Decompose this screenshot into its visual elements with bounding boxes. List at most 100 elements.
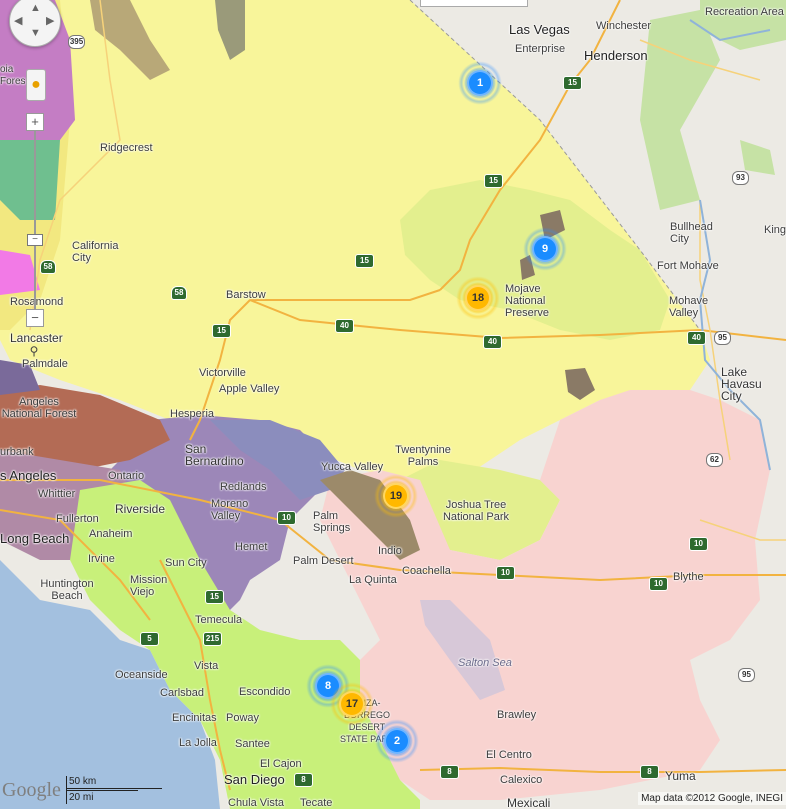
label-santee: Santee xyxy=(235,738,270,750)
label-carlsbad: Carlsbad xyxy=(160,687,205,699)
label-san-diego: San Diego xyxy=(224,772,285,787)
label-joshua-tree: Joshua Tree National Park xyxy=(442,499,510,523)
label-apple-valley: Apple Valley xyxy=(219,383,280,395)
label-mission-viejo: Mission Viejo xyxy=(130,574,168,598)
label-rosamond: Rosamond xyxy=(10,296,64,308)
highway-shield: 40 xyxy=(483,335,502,349)
label-california-city: California City xyxy=(72,240,119,264)
label-angeles-nf: Angeles National Forest xyxy=(1,396,77,420)
label-ridgecrest: Ridgecrest xyxy=(100,142,153,154)
highway-shield: 93 xyxy=(732,171,749,185)
label-salton-sea: Salton Sea xyxy=(458,657,512,669)
label-vista: Vista xyxy=(194,660,219,672)
pan-down-icon[interactable]: ▼ xyxy=(30,27,41,39)
cluster-marker[interactable]: 19 xyxy=(374,474,418,518)
map-canvas[interactable]: Las Vegas Winchester Enterprise Henderso… xyxy=(0,0,786,809)
zoom-out-button[interactable]: − xyxy=(26,309,44,327)
label-temecula: Temecula xyxy=(195,614,243,626)
label-mojave-preserve: Mojave National Preserve xyxy=(505,283,550,319)
map-tiles xyxy=(0,0,786,809)
highway-shield: 8 xyxy=(640,765,659,779)
highway-shield: 15 xyxy=(205,590,224,604)
label-oceanside: Oceanside xyxy=(115,669,168,681)
cluster-marker[interactable]: 9 xyxy=(523,227,567,271)
label-mohave-valley: Mohave Valley xyxy=(669,295,709,319)
label-coachella: Coachella xyxy=(402,565,451,577)
label-whittier: Whittier xyxy=(38,488,76,500)
label-chula-vista: Chula Vista xyxy=(228,797,285,809)
label-victorville: Victorville xyxy=(199,367,246,379)
label-mexicali: Mexicali xyxy=(507,796,551,809)
label-calexico: Calexico xyxy=(500,774,543,786)
label-palmdale: Palmdale xyxy=(22,358,68,370)
highway-shield: 5 xyxy=(140,632,159,646)
highway-shield: 58 xyxy=(171,286,187,300)
map-type-control[interactable] xyxy=(420,0,528,7)
pan-right-icon[interactable]: ▶ xyxy=(46,14,54,27)
label-hemet: Hemet xyxy=(235,541,268,553)
highway-shield: 58 xyxy=(40,260,56,274)
scale-km: 50 km xyxy=(69,776,97,787)
highway-shield: 15 xyxy=(563,76,582,90)
label-barstow: Barstow xyxy=(226,289,266,301)
cluster-marker[interactable]: 1 xyxy=(458,61,502,105)
label-long-beach: Long Beach xyxy=(0,531,70,546)
label-redlands: Redlands xyxy=(220,481,267,493)
label-fort-mohave: Fort Mohave xyxy=(657,260,719,272)
label-king: King xyxy=(764,224,786,236)
label-san-bernardino: San Bernardino xyxy=(185,442,244,468)
label-recreation-area: Recreation Area xyxy=(705,6,784,18)
pan-up-icon[interactable]: ▲ xyxy=(30,2,41,14)
highway-shield: 215 xyxy=(203,632,222,646)
magnify-icon[interactable]: ⚲ xyxy=(26,343,42,359)
zoom-slider-track[interactable] xyxy=(34,128,36,314)
label-sun-city: Sun City xyxy=(165,557,207,569)
highway-shield: 62 xyxy=(706,453,723,467)
label-fullerton: Fullerton xyxy=(56,513,99,525)
label-la-quinta: La Quinta xyxy=(349,574,397,586)
label-bullhead-city: Bullhead City xyxy=(670,221,713,245)
label-brawley: Brawley xyxy=(497,709,537,721)
scale-bar: 50 km 20 mi xyxy=(66,776,162,804)
label-yucca-valley: Yucca Valley xyxy=(321,461,384,473)
label-lake-havasu: Lake Havasu City xyxy=(721,365,762,403)
highway-shield: 10 xyxy=(649,577,668,591)
google-logo[interactable]: Google xyxy=(2,779,61,802)
label-riverside: Riverside xyxy=(115,502,166,516)
highway-shield: 40 xyxy=(335,319,354,333)
highway-shield: 8 xyxy=(294,773,313,787)
label-palm-desert: Palm Desert xyxy=(293,555,354,567)
highway-shield: 10 xyxy=(496,566,515,580)
label-yuma: Yuma xyxy=(665,769,696,783)
label-ontario: Ontario xyxy=(108,470,145,482)
cluster-marker[interactable]: 17 xyxy=(330,682,374,726)
highway-shield: 10 xyxy=(277,511,296,525)
label-anaheim: Anaheim xyxy=(89,528,133,540)
label-blythe: Blythe xyxy=(673,571,704,583)
pan-left-icon[interactable]: ◀ xyxy=(14,14,22,27)
label-huntington-beach: Huntington Beach xyxy=(40,578,94,602)
label-escondido: Escondido xyxy=(239,686,291,698)
label-poway: Poway xyxy=(226,712,260,724)
label-hesperia: Hesperia xyxy=(170,408,215,420)
label-las-vegas: Las Vegas xyxy=(509,22,570,37)
highway-shield: 10 xyxy=(689,537,708,551)
label-enterprise: Enterprise xyxy=(515,43,566,55)
label-la-jolla: La Jolla xyxy=(179,737,217,749)
label-twentynine-palms: Twentynine Palms xyxy=(395,444,451,468)
zoom-in-button[interactable]: + xyxy=(26,113,44,131)
cluster-marker[interactable]: 18 xyxy=(456,276,500,320)
map-attribution: Map data ©2012 Google, INEGI xyxy=(638,792,786,805)
label-los-angeles: s Angeles xyxy=(0,468,57,483)
label-el-cajon: El Cajon xyxy=(260,758,302,770)
scale-mi: 20 mi xyxy=(69,792,94,803)
highway-shield: 95 xyxy=(738,668,755,682)
highway-shield: 40 xyxy=(687,331,706,345)
highway-shield: 15 xyxy=(355,254,374,268)
pegman-icon[interactable]: ● xyxy=(26,69,46,101)
highway-shield: 15 xyxy=(212,324,231,338)
zoom-slider-knob[interactable]: − xyxy=(27,234,43,246)
label-palm-springs: Palm Springs xyxy=(313,510,351,534)
cluster-marker[interactable]: 2 xyxy=(375,719,419,763)
label-irvine: Irvine xyxy=(88,553,115,565)
